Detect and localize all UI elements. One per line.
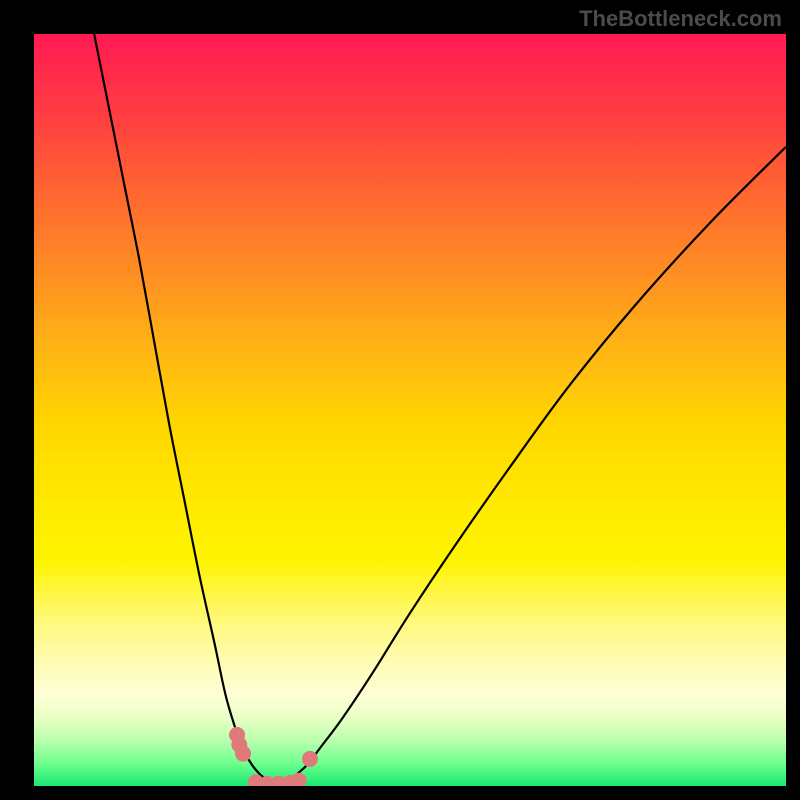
plot-area bbox=[34, 34, 786, 786]
curve-right-branch bbox=[290, 147, 786, 780]
marker-group-left bbox=[229, 727, 251, 762]
marker-group-right bbox=[302, 751, 318, 767]
data-point-marker bbox=[302, 751, 318, 767]
curve-left-branch bbox=[94, 34, 267, 780]
data-point-marker bbox=[235, 746, 251, 762]
marker-group-flat bbox=[248, 773, 307, 786]
bottleneck-chart: TheBottleneck.com bbox=[0, 0, 800, 800]
watermark-text: TheBottleneck.com bbox=[579, 6, 782, 32]
curve-layer bbox=[34, 34, 786, 786]
data-point-marker bbox=[291, 773, 307, 786]
